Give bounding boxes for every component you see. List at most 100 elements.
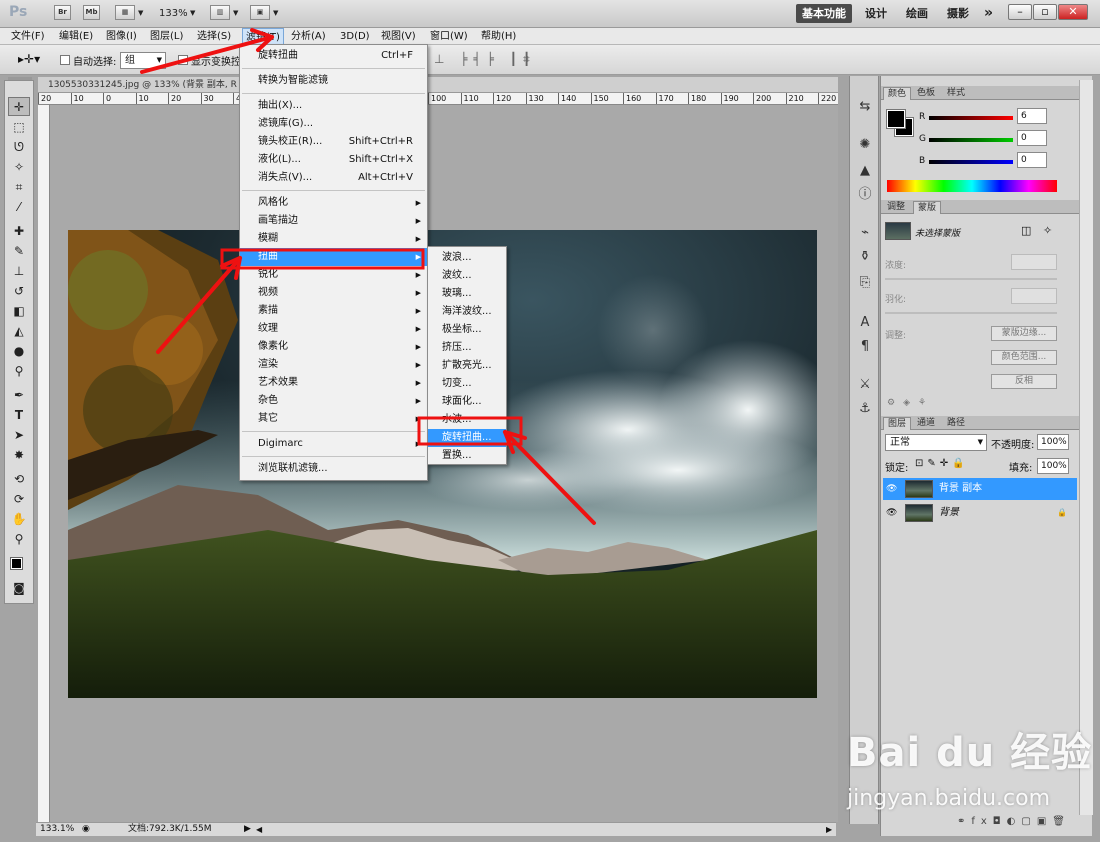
filter-menu-item[interactable]: 纹理 ▶ — [240, 320, 427, 338]
more-workspaces-icon[interactable]: » — [978, 4, 999, 23]
shape-tool-icon[interactable]: ✸ — [8, 446, 30, 465]
hand-tool-icon[interactable]: ✋ — [8, 510, 30, 529]
clone-stamp-tool-icon[interactable]: ⊥ — [8, 262, 30, 281]
filter-menu-item[interactable]: 旋转扭曲 Ctrl+F — [240, 47, 427, 65]
move-tool-icon[interactable]: ✛ — [8, 97, 30, 116]
auto-align-icon[interactable]: ⌗ — [523, 52, 530, 67]
blend-mode-dropdown[interactable]: 正常 ▼ — [885, 434, 987, 451]
tab-styles[interactable]: 样式 — [943, 87, 969, 100]
history-brush-tool-icon[interactable]: ↺ — [8, 282, 30, 301]
distort-submenu-item[interactable]: 挤压... — [428, 339, 506, 357]
menu-layer[interactable]: 图层(L) — [150, 28, 183, 45]
zoom-status[interactable]: 133.1% — [40, 823, 74, 836]
filter-menu-item[interactable]: 液化(L)... Shift+Ctrl+X — [240, 151, 427, 169]
chevron-down-icon[interactable]: ▼ — [138, 5, 143, 22]
lasso-tool-icon[interactable]: ᘎ — [8, 138, 30, 157]
filter-menu-item[interactable]: 抽出(X)... — [240, 97, 427, 115]
filter-menu-item[interactable]: 视频 ▶ — [240, 284, 427, 302]
menu-view[interactable]: 视图(V) — [381, 28, 416, 45]
pixel-mask-icon[interactable]: ◫ — [1021, 224, 1031, 237]
filter-menu-item[interactable]: 其它 ▶ — [240, 410, 427, 428]
eraser-tool-icon[interactable]: ◧ — [8, 302, 30, 321]
workspace-painting[interactable]: 绘画 — [900, 4, 934, 23]
menu-select[interactable]: 选择(S) — [197, 28, 231, 45]
minimize-button[interactable]: – — [1008, 4, 1032, 20]
menu-help[interactable]: 帮助(H) — [481, 28, 516, 45]
distort-submenu-item[interactable]: 波纹... — [428, 267, 506, 285]
color-spectrum-bar[interactable] — [887, 180, 1057, 192]
status-menu-arrow-icon[interactable]: ▶ — [244, 823, 251, 836]
layer-row[interactable]: 👁 背景 副本 — [883, 478, 1077, 500]
chevron-down-icon[interactable]: ▼ — [233, 5, 238, 22]
menu-image[interactable]: 图像(I) — [106, 28, 137, 45]
panel-scrollbar[interactable] — [1079, 80, 1093, 815]
fill-input[interactable]: 100% — [1037, 458, 1069, 474]
brush-presets-icon[interactable]: ⌁ — [855, 224, 875, 242]
chevron-down-icon[interactable]: ▼ — [273, 5, 278, 22]
filter-menu-item[interactable]: 浏览联机滤镜... — [240, 460, 427, 478]
filter-menu-item[interactable]: 扭曲 ▶ — [240, 248, 427, 266]
tab-swatches[interactable]: 色板 — [913, 87, 939, 100]
foreground-color-swatch[interactable] — [10, 557, 23, 570]
filter-menu-item[interactable]: 渲染 ▶ — [240, 356, 427, 374]
red-slider[interactable] — [929, 116, 1013, 120]
distort-submenu-item[interactable]: 水波... — [428, 411, 506, 429]
document-tab[interactable]: 1305530331245.jpg @ 133% (背景 副本, R — [38, 77, 838, 93]
lock-icons[interactable]: ⊡✎✛🔒 — [915, 458, 969, 469]
brush-tool-icon[interactable]: ✎ — [8, 242, 30, 261]
healing-brush-tool-icon[interactable]: ✚ — [8, 222, 30, 241]
close-button[interactable]: ✕ — [1058, 4, 1088, 20]
auto-select-checkbox[interactable] — [60, 55, 70, 65]
distort-submenu-item[interactable]: 海洋波纹... — [428, 303, 506, 321]
filter-menu-item[interactable]: 像素化 ▶ — [240, 338, 427, 356]
foreground-color-swatch[interactable] — [886, 109, 906, 129]
menu-file[interactable]: 文件(F) — [11, 28, 45, 45]
filter-menu-item[interactable]: 转换为智能滤镜 — [240, 72, 427, 90]
view-extras-icon[interactable]: ▦ — [115, 5, 135, 20]
3d-icon[interactable]: ⚓ — [855, 400, 875, 418]
tab-adjustments[interactable]: 调整 — [883, 201, 909, 214]
mask-edge-button[interactable]: 蒙版边缘... — [991, 326, 1057, 341]
vector-mask-icon[interactable]: ✧ — [1043, 224, 1052, 237]
distort-submenu-item[interactable]: 极坐标... — [428, 321, 506, 339]
screen-mode-icon[interactable]: ▣ — [250, 5, 270, 20]
density-slider[interactable] — [885, 278, 1057, 280]
paint-bucket-tool-icon[interactable]: ◭ — [8, 322, 30, 341]
filter-menu-item[interactable]: Digimarc ▶ — [240, 435, 427, 453]
distort-submenu-item[interactable]: 切变... — [428, 375, 506, 393]
histogram-icon[interactable]: ▲ — [855, 162, 875, 180]
show-transform-checkbox[interactable] — [178, 55, 188, 65]
align-distribute-icons[interactable]: ⊥ ╞╡╞ ┃┃ — [434, 52, 536, 66]
green-value-input[interactable]: 0 — [1017, 130, 1047, 146]
filter-menu-item[interactable]: 画笔描边 ▶ — [240, 212, 427, 230]
tab-paths[interactable]: 路径 — [943, 417, 969, 430]
menu-analysis[interactable]: 分析(A) — [291, 28, 326, 45]
history-icon[interactable]: ⇆ — [855, 98, 875, 116]
menu-3d[interactable]: 3D(D) — [340, 28, 370, 45]
distort-submenu-item[interactable]: 旋转扭曲... — [428, 429, 506, 447]
filter-menu-item[interactable]: 素描 ▶ — [240, 302, 427, 320]
green-slider[interactable] — [929, 138, 1013, 142]
scroll-right-icon[interactable]: ▶ — [826, 823, 832, 836]
menu-window[interactable]: 窗口(W) — [430, 28, 468, 45]
feather-slider[interactable] — [885, 312, 1057, 314]
chevron-down-icon[interactable]: ▼ — [190, 5, 195, 22]
character-icon[interactable]: A — [855, 314, 875, 332]
path-select-tool-icon[interactable]: ➤ — [8, 426, 30, 445]
bridge-button[interactable]: Br — [54, 5, 71, 20]
tab-channels[interactable]: 通道 — [913, 417, 939, 430]
status-icon[interactable]: ◉ — [82, 823, 90, 836]
navigator-icon[interactable]: ✺ — [855, 136, 875, 154]
red-value-input[interactable]: 6 — [1017, 108, 1047, 124]
scroll-left-icon[interactable]: ◀ — [256, 823, 262, 836]
mask-footer-icons[interactable]: ⚙◈⚘ — [887, 398, 934, 408]
filter-menu-item[interactable]: 风格化 ▶ — [240, 194, 427, 212]
pen-tool-icon[interactable]: ✒ — [8, 386, 30, 405]
menu-edit[interactable]: 编辑(E) — [59, 28, 93, 45]
eyedropper-tool-icon[interactable]: ⁄ — [8, 198, 30, 217]
actions-icon[interactable]: ⚔ — [855, 376, 875, 394]
zoom-tool-icon[interactable]: ⚲ — [8, 530, 30, 549]
3d-rotate-tool-icon[interactable]: ⟲ — [8, 470, 30, 489]
density-input[interactable] — [1011, 254, 1057, 270]
blur-tool-icon[interactable]: ● — [8, 342, 30, 361]
